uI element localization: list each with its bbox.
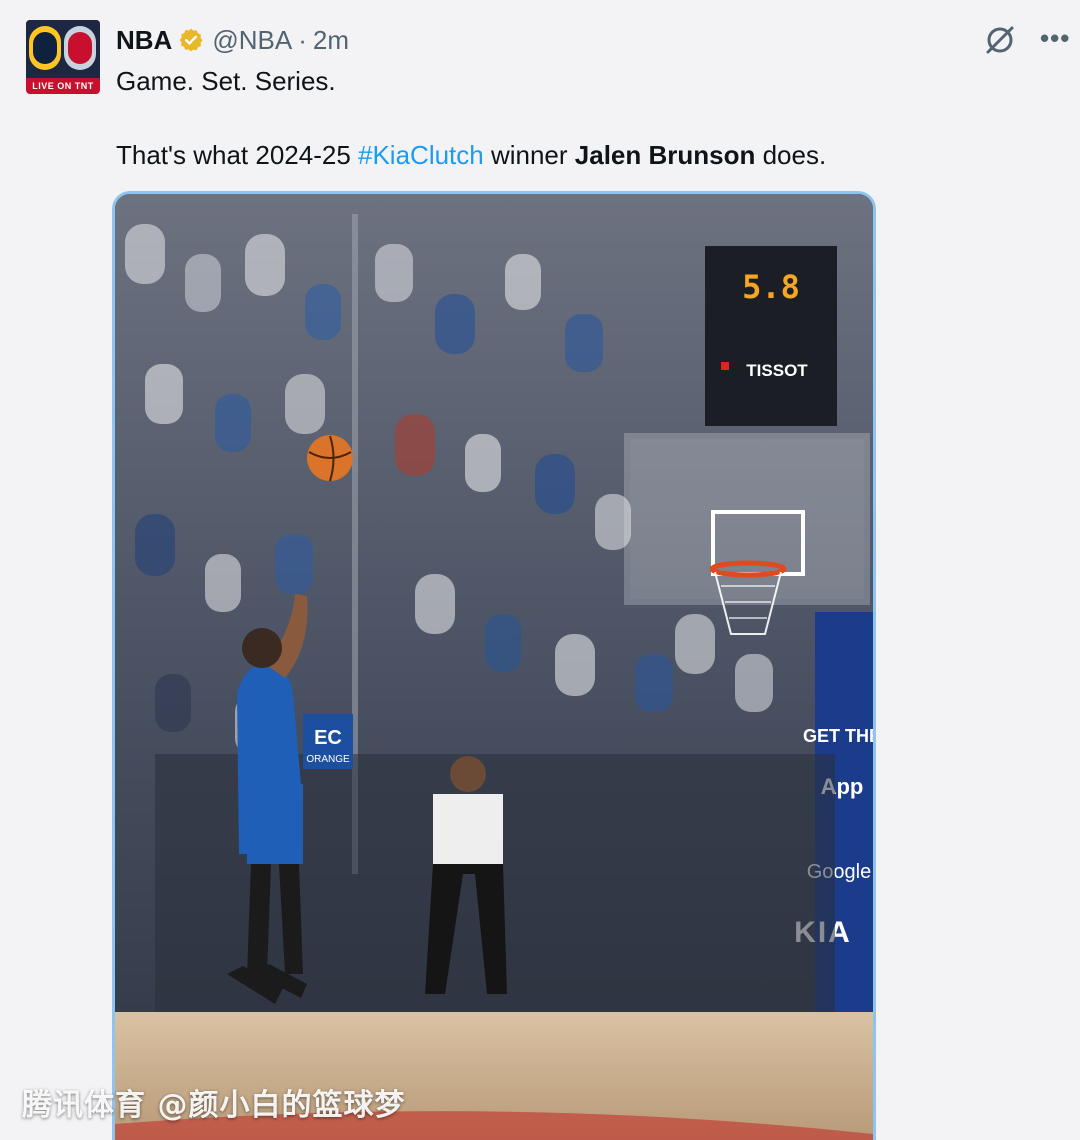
nuggets-logo-icon	[29, 26, 61, 70]
signage-get-the: GET THE	[803, 726, 873, 746]
shot-clock: 5.8	[742, 268, 800, 306]
tweet-text-line1: Game. Set. Series.	[116, 66, 336, 96]
tweet-text-line2: That's what 2024-25 #KiaClutch winner Ja…	[116, 138, 826, 172]
banner-ec: EC	[314, 727, 342, 749]
timestamp[interactable]: 2m	[313, 25, 349, 56]
avatar-band: LIVE ON TNT	[32, 81, 94, 91]
separator: ·	[298, 24, 307, 55]
hashtag-link[interactable]: #KiaClutch	[358, 140, 484, 170]
tweet-text-middle: winner	[483, 140, 575, 170]
tweet-actions-top: •••	[980, 20, 1070, 60]
avatar[interactable]: LIVE ON TNT	[26, 20, 100, 94]
thunder-logo-icon	[64, 26, 96, 70]
grok-icon[interactable]	[980, 20, 1020, 60]
tweet-header: NBA @NBA · 2m	[116, 24, 349, 56]
tweet[interactable]: LIVE ON TNT NBA @NBA · 2m ••• Game. Set.…	[0, 0, 1080, 1140]
team-logos	[26, 20, 100, 78]
verified-badge-icon[interactable]	[178, 27, 204, 53]
photo-scene: 5.8 TISSOT GET THE App Google KIA EC ORA…	[115, 194, 873, 1140]
more-icon[interactable]: •••	[1040, 20, 1070, 60]
account-name[interactable]: NBA	[116, 25, 172, 56]
tissot-brand: TISSOT	[746, 361, 808, 380]
banner-orange: ORANGE	[306, 754, 350, 765]
tweet-text-suffix: does.	[755, 140, 827, 170]
player-name: Jalen Brunson	[574, 140, 756, 170]
watermark: 腾讯体育 @颜小白的篮球梦	[22, 1088, 406, 1123]
tweet-text-prefix: That's what 2024-25	[116, 140, 358, 170]
tweet-photo[interactable]: 5.8 TISSOT GET THE App Google KIA EC ORA…	[112, 191, 876, 1140]
account-handle[interactable]: @NBA	[212, 25, 292, 56]
